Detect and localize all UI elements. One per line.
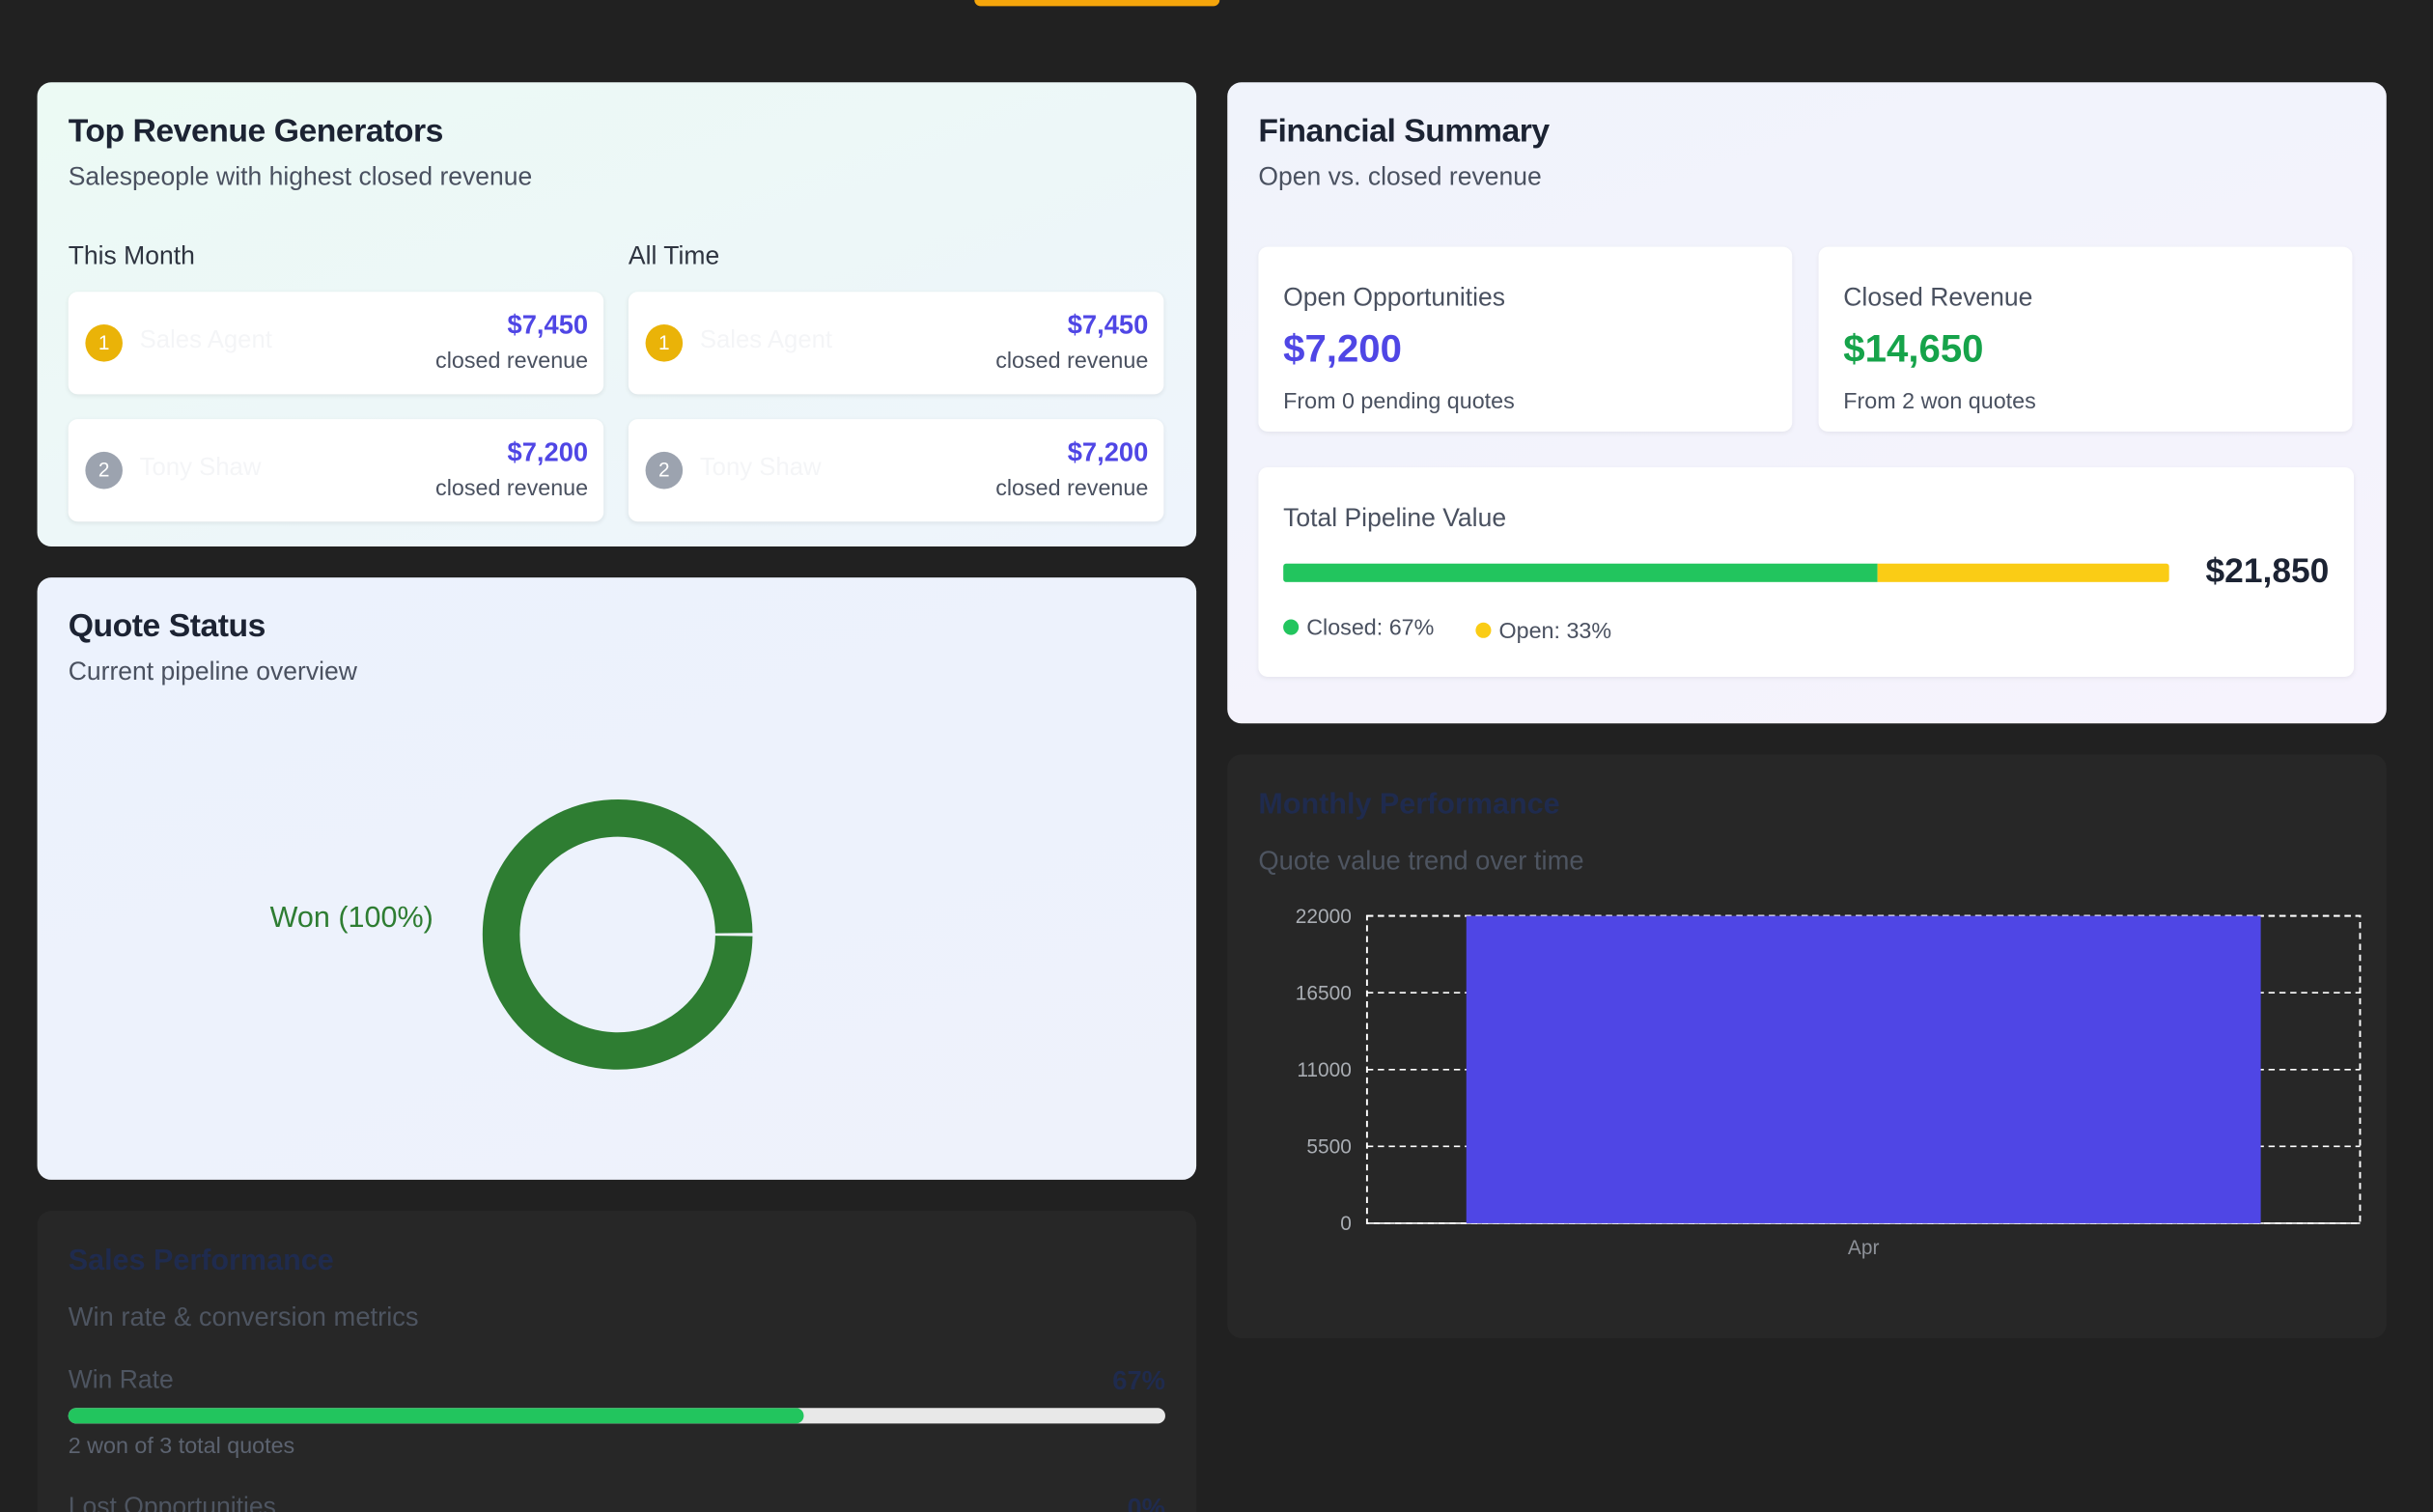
top-revenue-card: Top Revenue Generators Salespeople with … [37,82,1197,546]
quote-status-title: Quote Status [68,608,266,645]
pipeline-total: $21,850 [2205,550,2330,590]
revenue-caption: closed revenue [435,349,589,375]
win-rate-bar [68,1408,1165,1424]
leaderboard-entry: 2 Tony Shaw $7,200 closed revenue [628,419,1164,522]
donut-slice-label: Won (100%) [269,902,433,935]
revenue-caption: closed revenue [995,349,1149,375]
salesperson-name: Sales Agent [699,327,833,354]
pipeline-bar [1283,563,2169,582]
rank-badge: 2 [645,451,684,490]
win-rate-label: Win Rate [68,1365,174,1394]
win-rate-bar-fill [68,1408,803,1424]
win-rate-note: 2 won of 3 total quotes [68,1434,295,1460]
top-revenue-title: Top Revenue Generators [68,113,444,150]
financial-summary-card: Financial Summary Open vs. closed revenu… [1227,82,2387,724]
revenue-caption: closed revenue [995,476,1149,502]
y-tick-label: 16500 [1296,982,1352,1004]
quote-status-donut-chart [482,799,753,1070]
salesperson-name: Tony Shaw [699,455,822,482]
revenue-amount: $7,200 [507,437,589,467]
leaderboard-entry: 2 Tony Shaw $7,200 closed revenue [68,419,604,522]
rank-badge: 1 [85,324,123,362]
quote-status-subtitle: Current pipeline overview [68,658,357,686]
all-time-label: All Time [628,241,720,270]
pipeline-value-box: Total Pipeline Value $21,850 Closed: 67%… [1258,466,2355,678]
y-tick-label: 11000 [1297,1059,1351,1081]
bar-apr[interactable] [1466,915,2261,1223]
y-tick-label: 0 [1340,1213,1352,1235]
rank-badge: 1 [645,324,684,362]
rank-badge: 2 [85,451,123,490]
salesperson-name: Tony Shaw [139,455,262,482]
stat-value: $14,650 [1843,327,1984,372]
y-tick-label: 5500 [1306,1136,1351,1159]
legend-text: Open: 33% [1498,619,1612,645]
pipeline-legend-closed: Closed: 67% [1283,616,1434,641]
top-revenue-subtitle: Salespeople with highest closed revenue [68,162,533,191]
stat-label: Closed Revenue [1843,284,2033,313]
top-accent-bar [974,0,1220,7]
closed-revenue-stat: Closed Revenue $14,650 From 2 won quotes [1818,246,2353,432]
win-rate-value: 67% [1112,1365,1165,1396]
monthly-performance-card: Monthly Performance Quote value trend ov… [1227,754,2387,1338]
legend-text: Closed: 67% [1306,616,1435,642]
leaderboard-entry: 1 Sales Agent $7,450 closed revenue [68,292,604,395]
financial-summary-title: Financial Summary [1258,113,1550,150]
pipeline-closed-segment [1283,563,1877,582]
quote-status-card: Quote Status Current pipeline overview W… [37,577,1197,1180]
leaderboard-entry: 1 Sales Agent $7,450 closed revenue [628,292,1164,395]
salesperson-name: Sales Agent [139,327,272,354]
pipeline-legend-open: Open: 33% [1475,619,1612,645]
stat-note: From 2 won quotes [1843,389,2036,415]
this-month-label: This Month [68,241,195,270]
stat-label: Open Opportunities [1283,284,1506,313]
pipeline-label: Total Pipeline Value [1283,504,1507,533]
open-opportunities-stat: Open Opportunities $7,200 From 0 pending… [1258,246,1793,432]
pipeline-open-segment [1876,563,2169,582]
sales-performance-subtitle: Win rate & conversion metrics [68,1302,419,1332]
revenue-caption: closed revenue [435,476,589,502]
legend-dot-icon [1475,622,1492,638]
legend-dot-icon [1283,619,1300,635]
revenue-amount: $7,450 [1067,310,1149,341]
lost-opportunities-label: Lost Opportunities [68,1493,276,1512]
revenue-amount: $7,450 [507,310,589,341]
revenue-amount: $7,200 [1067,437,1149,467]
lost-opportunities-value: 0% [1127,1493,1165,1512]
stat-note: From 0 pending quotes [1283,389,1515,415]
donut-slice-won [482,799,753,1070]
sales-performance-card: Sales Performance Win rate & conversion … [37,1211,1197,1512]
y-tick-label: 22000 [1296,906,1352,928]
financial-summary-subtitle: Open vs. closed revenue [1258,162,1542,191]
x-tick-label: Apr [1848,1237,1880,1259]
sales-performance-title: Sales Performance [68,1245,334,1278]
monthly-bar-chart: 0 5500 11000 16500 22000 Apr [1296,906,2362,1259]
stat-value: $7,200 [1283,327,1403,372]
